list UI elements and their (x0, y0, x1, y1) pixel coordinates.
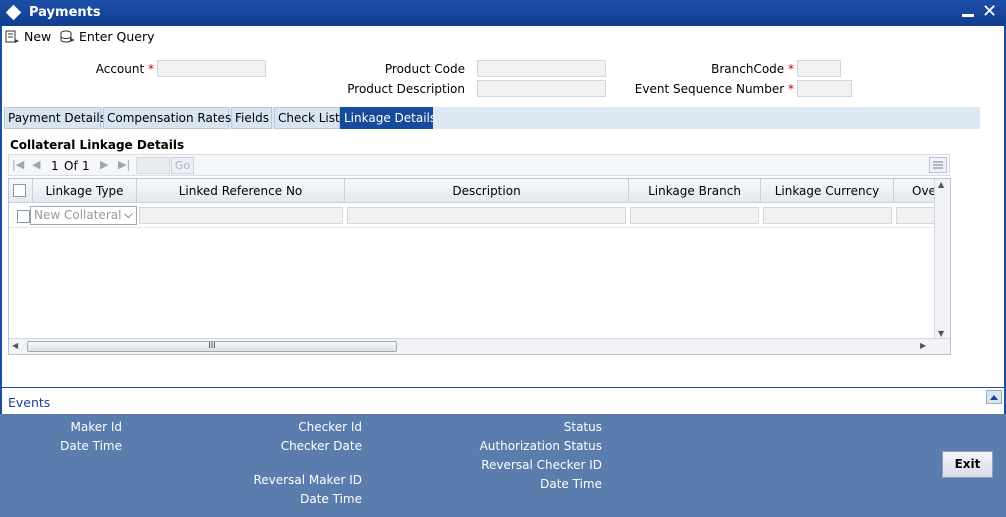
tab-payment-details[interactable]: Payment Details (4, 107, 106, 129)
overdraft-cell[interactable] (896, 207, 935, 224)
exit-button[interactable]: Exit (942, 451, 993, 478)
table-row: New Collateral ⌵ (9, 203, 935, 228)
new-button-label: New (24, 29, 52, 44)
scroll-up-icon[interactable]: ▲ (938, 180, 944, 189)
col-linked-reference-no[interactable]: Linked Reference No (137, 179, 345, 203)
app-diamond-icon (5, 4, 22, 21)
events-link[interactable]: Events (8, 395, 50, 410)
col-linkage-branch[interactable]: Linkage Branch (629, 179, 761, 203)
query-icon (60, 30, 75, 44)
col-linkage-type[interactable]: Linkage Type (33, 179, 137, 203)
linkage-type-select[interactable]: New Collateral ⌵ (30, 206, 137, 225)
horizontal-scroll-thumb[interactable]: III (27, 341, 397, 352)
tab-check-list[interactable]: Check List (274, 107, 340, 129)
scroll-left-icon[interactable]: ◀ (12, 341, 18, 350)
enter-query-button[interactable]: Enter Query (60, 29, 155, 44)
linked-reference-no-cell[interactable] (139, 207, 343, 224)
page-number-input[interactable] (136, 157, 170, 174)
tab-linkage-details[interactable]: Linkage Details (340, 107, 436, 129)
event-sequence-label: Event Sequence Number * (634, 82, 794, 96)
tab-fields[interactable]: Fields (231, 107, 272, 129)
last-page-icon[interactable]: ▶| (118, 158, 130, 171)
account-field[interactable] (157, 60, 266, 77)
new-record-icon (5, 30, 20, 44)
window-titlebar: Payments ✕ (0, 0, 1006, 26)
header-select-all (9, 179, 33, 203)
branch-code-field[interactable] (797, 60, 841, 77)
tab-bar: Payment Details Compensation Rates Field… (4, 107, 980, 129)
select-all-checkbox[interactable] (13, 184, 26, 197)
status-label: Status (563, 420, 602, 434)
product-description-label: Product Description (347, 82, 465, 96)
first-page-icon[interactable]: |◀ (12, 158, 24, 171)
audit-footer: Maker Id Date Time Checker Id Checker Da… (0, 414, 1006, 517)
enter-query-label: Enter Query (79, 29, 155, 44)
close-icon[interactable]: ✕ (982, 1, 997, 22)
current-page: 1 (51, 159, 59, 173)
reversal-checker-id-label: Reversal Checker ID (481, 458, 602, 472)
account-label: Account * (95, 62, 154, 76)
col-description[interactable]: Description (345, 179, 629, 203)
maker-date-time-label: Date Time (60, 439, 122, 453)
col-overdraft[interactable]: Ove (894, 179, 938, 203)
linkage-currency-cell[interactable] (763, 207, 892, 224)
minimize-icon[interactable] (962, 14, 974, 17)
checker-id-label: Checker Id (298, 420, 362, 434)
product-code-field[interactable] (477, 60, 606, 77)
reversal-maker-id-label: Reversal Maker ID (253, 473, 363, 487)
total-pages: 1 (82, 159, 90, 173)
product-description-field[interactable] (477, 80, 606, 97)
checker-date-label: Checker Date (280, 439, 362, 453)
branch-code-label: BranchCode * (711, 62, 794, 76)
horizontal-scrollbar[interactable]: ◀ III ▶ (9, 338, 950, 354)
new-button[interactable]: New (5, 29, 51, 44)
reversal-maker-date-time-label: Date Time (300, 492, 362, 506)
page-of-label: Of (64, 159, 78, 173)
authorization-status-label: Authorization Status (479, 439, 602, 453)
toolbar: New Enter Query (0, 26, 1006, 50)
scroll-right-icon[interactable]: ▶ (920, 341, 926, 350)
row-checkbox[interactable] (17, 210, 30, 223)
collapse-up-icon[interactable] (986, 390, 1002, 404)
tab-compensation-rates[interactable]: Compensation Rates (103, 107, 231, 129)
grid-pager: |◀ ◀ 1 Of 1 ▶ ▶| Go (8, 154, 950, 176)
go-button[interactable]: Go (171, 157, 194, 174)
vertical-scrollbar[interactable]: ▲ ▼ (934, 179, 950, 339)
maker-id-label: Maker Id (70, 420, 122, 434)
reversal-checker-date-time-label: Date Time (540, 477, 602, 491)
next-page-icon[interactable]: ▶ (100, 158, 108, 171)
description-cell[interactable] (347, 207, 626, 224)
linkage-branch-cell[interactable] (630, 207, 759, 224)
window-title: Payments (29, 5, 101, 20)
chevron-down-icon: ⌵ (123, 207, 133, 221)
section-title: Collateral Linkage Details (10, 138, 185, 152)
previous-page-icon[interactable]: ◀ (32, 158, 40, 171)
scroll-down-icon[interactable]: ▼ (938, 329, 944, 338)
grid-header: Linkage Type Linked Reference No Descrip… (9, 179, 938, 203)
linkage-grid: Linkage Type Linked Reference No Descrip… (8, 178, 951, 355)
events-bar: Events (0, 387, 1006, 414)
col-linkage-currency[interactable]: Linkage Currency (761, 179, 894, 203)
product-code-label: Product Code (384, 62, 465, 76)
event-sequence-field[interactable] (797, 80, 852, 97)
list-view-icon[interactable] (929, 157, 947, 173)
